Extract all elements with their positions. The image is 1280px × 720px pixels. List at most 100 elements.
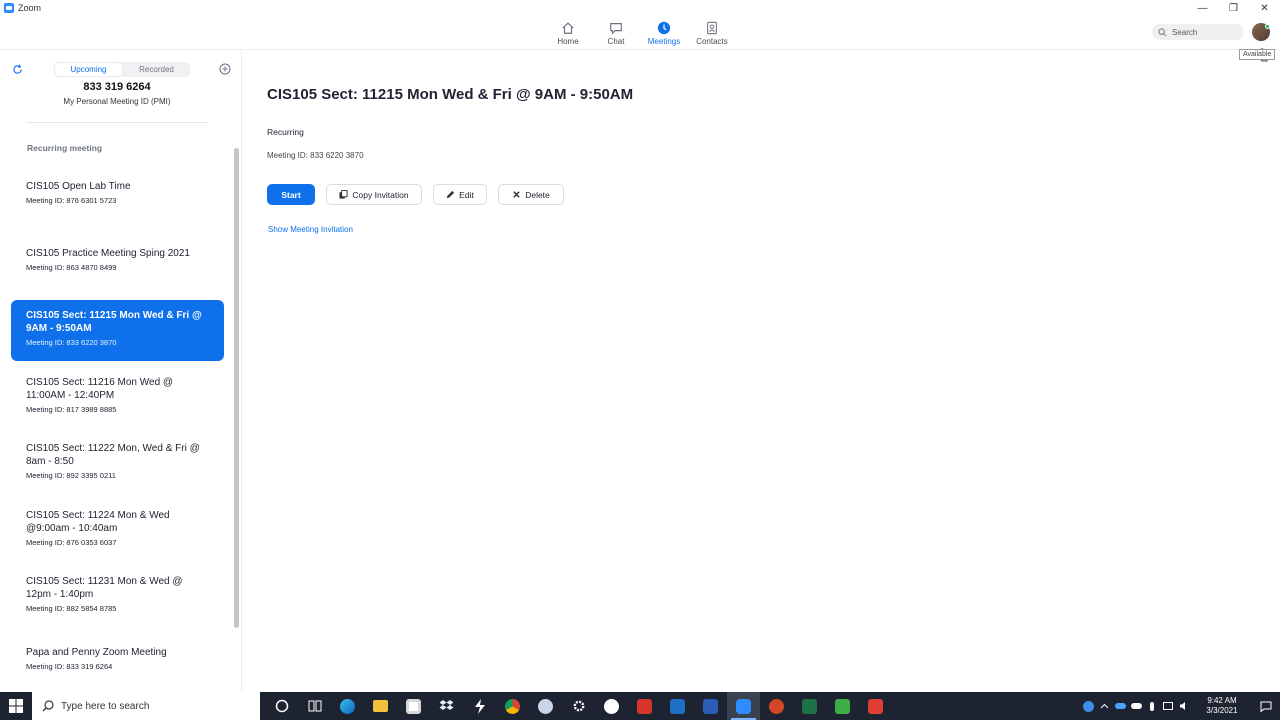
close-icon: [513, 191, 520, 198]
meeting-id-line: Meeting ID: 833 6220 3870: [267, 151, 364, 160]
edge-icon[interactable]: [331, 692, 364, 720]
search-box[interactable]: [1152, 24, 1244, 40]
tab-upcoming[interactable]: Upcoming: [55, 63, 122, 76]
start-menu-button[interactable]: [0, 692, 32, 720]
status-available-icon: [1265, 24, 1270, 29]
meeting-item-practice[interactable]: CIS105 Practice Meeting Sping 2021 Meeti…: [11, 234, 224, 300]
meeting-item-11215[interactable]: CIS105 Sect: 11215 Mon Wed & Fri @ 9AM -…: [11, 300, 224, 361]
meeting-title: CIS105 Open Lab Time: [26, 181, 131, 192]
meeting-item-papa-penny[interactable]: Papa and Penny Zoom Meeting Meeting ID: …: [11, 629, 224, 689]
tab-contacts[interactable]: Contacts: [688, 16, 736, 50]
meeting-item-11216[interactable]: CIS105 Sect: 11216 Mon Wed @ 11:00AM - 1…: [11, 361, 224, 428]
chrome-icon[interactable]: [496, 692, 529, 720]
dropbox-icon[interactable]: [430, 692, 463, 720]
volume-icon[interactable]: [1176, 692, 1192, 720]
meeting-id: Meeting ID: 882 5854 8785: [26, 604, 117, 613]
tab-home-label: Home: [557, 36, 579, 46]
bolt-app-icon[interactable]: [463, 692, 496, 720]
clock-icon: [657, 21, 671, 34]
network-icon[interactable]: [1160, 692, 1176, 720]
meeting-title: CIS105 Sect: 11216 Mon Wed @ 11:00AM - 1…: [26, 377, 174, 401]
meeting-id: Meeting ID: 892 3395 0211: [26, 471, 116, 480]
minimize-button[interactable]: —: [1187, 0, 1218, 16]
camtasia-icon[interactable]: [826, 692, 859, 720]
meeting-id: Meeting ID: 833 6220 3870: [26, 338, 117, 347]
meeting-id: Meeting ID: 876 6301 5723: [26, 196, 117, 205]
clock-time: 9:42 AM: [1207, 696, 1237, 705]
search-icon: [42, 700, 54, 712]
close-button[interactable]: ✕: [1249, 0, 1280, 16]
copy-invitation-label: Copy Invitation: [352, 189, 409, 200]
word-icon[interactable]: [694, 692, 727, 720]
notes-app-icon[interactable]: [661, 692, 694, 720]
meeting-id: Meeting ID: 817 3989 8885: [26, 405, 117, 414]
excel-icon[interactable]: [793, 692, 826, 720]
recorder-icon[interactable]: [859, 692, 892, 720]
show-invitation-link[interactable]: Show Meeting Invitation: [268, 225, 353, 234]
chat-icon: [610, 22, 622, 35]
sidebar-divider: [26, 122, 208, 123]
cloud-icon[interactable]: [1128, 692, 1144, 720]
settings-icon[interactable]: [562, 692, 595, 720]
copy-icon: [339, 190, 348, 199]
search-icon: [1158, 27, 1167, 36]
zoom-logo-icon: [4, 3, 14, 13]
onedrive-icon[interactable]: [1112, 692, 1128, 720]
meeting-type-toggle: Upcoming Recorded: [54, 62, 190, 77]
start-button[interactable]: Start: [267, 184, 315, 205]
taskbar-search-input[interactable]: [61, 700, 241, 712]
meeting-title: CIS105 Sect: 11215 Mon Wed & Fri @ 9AM -…: [26, 310, 202, 334]
tab-recorded[interactable]: Recorded: [123, 62, 190, 77]
restore-button[interactable]: ❐: [1218, 0, 1249, 16]
delete-button[interactable]: Delete: [498, 184, 564, 205]
meeting-id: Meeting ID: 833 319 6264: [26, 662, 113, 671]
task-view-icon[interactable]: [298, 692, 331, 720]
meeting-item-11224[interactable]: CIS105 Sect: 11224 Mon & Wed @9:00am - 1…: [11, 495, 224, 561]
tab-meetings[interactable]: Meetings: [640, 16, 688, 50]
tab-home[interactable]: Home: [544, 16, 592, 50]
notification-icon[interactable]: [1252, 692, 1280, 720]
meeting-title: CIS105 Sect: 11222 Mon, Wed & Fri @ 8am …: [26, 443, 200, 467]
meeting-title: Papa and Penny Zoom Meeting: [26, 647, 167, 658]
pmi-label: My Personal Meeting ID (PMI): [63, 97, 171, 106]
microphone-icon[interactable]: [1144, 692, 1160, 720]
system-tray: 9:42 AM 3/3/2021: [1080, 692, 1280, 720]
refresh-icon[interactable]: [12, 64, 23, 75]
tab-chat-label: Chat: [607, 36, 625, 46]
section-title: Recurring meeting: [27, 143, 103, 153]
delete-label: Delete: [525, 189, 550, 200]
recurring-label: Recurring: [267, 127, 304, 137]
zoom-taskbar-icon[interactable]: [727, 692, 760, 720]
taskbar-search[interactable]: [32, 692, 260, 720]
tab-chat[interactable]: Chat: [592, 16, 640, 50]
search-input[interactable]: [1172, 27, 1242, 37]
meetings-sidebar: Upcoming Recorded 833 319 6264 My Person…: [0, 50, 242, 692]
pencil-icon: [447, 190, 455, 199]
windows-taskbar: 9:42 AM 3/3/2021: [0, 692, 1280, 720]
tab-meetings-label: Meetings: [647, 36, 681, 46]
taskbar-apps: [265, 692, 892, 720]
chevron-up-icon[interactable]: [1096, 692, 1112, 720]
help-icon[interactable]: [1080, 692, 1096, 720]
acrobat-icon[interactable]: [628, 692, 661, 720]
file-explorer-icon[interactable]: [364, 692, 397, 720]
powerpoint-icon[interactable]: [760, 692, 793, 720]
paint-app-icon[interactable]: [529, 692, 562, 720]
sidebar-header: Upcoming Recorded: [0, 60, 241, 80]
scroll-thumb[interactable]: [234, 148, 239, 628]
sidebar-scrollbar[interactable]: [233, 98, 240, 692]
edit-button[interactable]: Edit: [433, 184, 487, 205]
store-icon[interactable]: [397, 692, 430, 720]
add-meeting-icon[interactable]: [219, 63, 231, 75]
xbox-icon[interactable]: [595, 692, 628, 720]
meeting-item-11222[interactable]: CIS105 Sect: 11222 Mon, Wed & Fri @ 8am …: [11, 428, 224, 495]
pmi-number[interactable]: 833 319 6264: [0, 81, 234, 93]
taskbar-clock[interactable]: 9:42 AM 3/3/2021: [1192, 696, 1252, 716]
meeting-title: CIS105 Practice Meeting Sping 2021: [26, 248, 190, 259]
meeting-item-open-lab[interactable]: CIS105 Open Lab Time Meeting ID: 876 630…: [11, 167, 224, 234]
copy-invitation-button[interactable]: Copy Invitation: [326, 184, 422, 205]
meeting-item-11231[interactable]: CIS105 Sect: 11231 Mon & Wed @ 12pm - 1:…: [11, 561, 224, 629]
home-icon: [562, 21, 574, 34]
cortana-icon[interactable]: [265, 692, 298, 720]
meeting-detail: CIS105 Sect: 11215 Mon Wed & Fri @ 9AM -…: [242, 50, 1280, 692]
